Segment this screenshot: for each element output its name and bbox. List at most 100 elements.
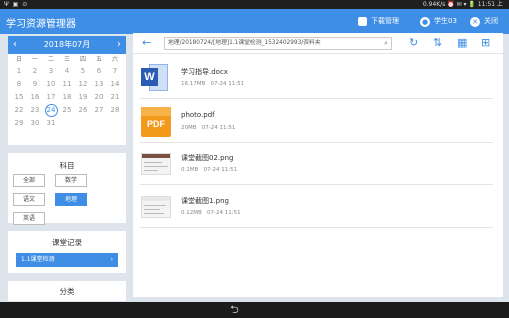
class-record-panel: 课堂记录 1.1课堂检测 ›: [8, 231, 126, 273]
class-record-item-label: 1.1课堂检测: [21, 256, 55, 263]
prev-month-icon[interactable]: ‹: [13, 36, 17, 54]
calendar-day[interactable]: 28: [107, 104, 123, 117]
user-icon: ●: [420, 16, 430, 27]
file-row[interactable]: PDF photo.pdf 20MB 07-24 11:51: [140, 103, 493, 143]
file-toolbar: ← 地理/20180724/[地理]1.1课堂检测_1532402993/资料夹…: [133, 33, 503, 54]
pdf-file-icon: PDF: [141, 107, 171, 137]
subject-panel: 科目 全部 数学 语文 地理 英语: [8, 153, 126, 225]
path-text: 地理/20180724/[地理]1.1课堂检测_1532402993/资料夹: [168, 40, 321, 46]
file-size: 0.1MB: [181, 167, 199, 173]
sort-icon[interactable]: ⇅: [433, 36, 442, 49]
user-label: 学生03: [434, 17, 457, 25]
status-bar: Ψ ▣ ⊙ 0.94K/s ⏰ ✉ ▾ 🔋 11:51 上: [0, 0, 509, 9]
calendar-day[interactable]: 19: [75, 91, 91, 104]
file-size: 0.12MB: [181, 210, 202, 216]
subject-chip[interactable]: 全部: [13, 174, 45, 187]
subject-title: 科目: [59, 161, 75, 170]
word-file-icon: W: [141, 63, 171, 93]
calendar-day[interactable]: 7: [107, 65, 123, 78]
weekday-label: 三: [63, 56, 70, 63]
close-button[interactable]: ✕ 关闭: [470, 15, 498, 28]
file-name: 课堂截图02.png: [181, 154, 234, 162]
file-name: 学习指导.docx: [181, 68, 228, 76]
class-record-title: 课堂记录: [52, 238, 82, 247]
image-thumbnail: [141, 153, 171, 175]
grid-view-icon[interactable]: ▦: [457, 36, 467, 49]
navigation-bar: ⮌: [0, 302, 509, 318]
file-meta: 16.17MB 07-24 11:51: [181, 81, 244, 87]
calendar-day[interactable]: 15: [11, 91, 27, 104]
download-manager-label: 下载管理: [371, 17, 399, 25]
calendar-panel: ‹ 2018年07月 › 日一二三四五六 1 2 3 4 5 6 7 8 9 10 11 12 13 14 1…: [8, 36, 126, 145]
calendar-day[interactable]: 8: [11, 78, 27, 91]
calendar-day[interactable]: 10: [43, 78, 59, 91]
calendar-day[interactable]: 31: [43, 117, 59, 130]
calendar-day[interactable]: 30: [27, 117, 43, 130]
calendar-day[interactable]: 2: [27, 65, 43, 78]
status-left-icons: Ψ ▣ ⊙: [4, 1, 29, 8]
file-meta: 0.12MB 07-24 11:51: [181, 210, 241, 216]
file-meta: 0.1MB 07-24 11:51: [181, 167, 237, 173]
refresh-icon[interactable]: ↻: [409, 36, 418, 49]
calendar-day[interactable]: 29: [11, 117, 27, 130]
file-date: 07-24 11:51: [207, 210, 241, 216]
subject-chip[interactable]: 地理: [55, 193, 87, 206]
weekday-label: 六: [111, 56, 118, 63]
calendar-day[interactable]: 14: [107, 78, 123, 91]
calendar-day[interactable]: 5: [75, 65, 91, 78]
file-size: 20MB: [181, 125, 197, 131]
weekday-label: 日: [15, 56, 22, 63]
image-thumbnail: [141, 196, 171, 218]
calendar-day[interactable]: 16: [27, 91, 43, 104]
calendar-day[interactable]: 18: [59, 91, 75, 104]
back-nav-icon[interactable]: ⮌: [230, 304, 239, 316]
close-icon: ✕: [470, 16, 480, 27]
file-row[interactable]: W 学习指导.docx 16.17MB 07-24 11:51: [140, 59, 493, 99]
subject-chip[interactable]: 数学: [55, 174, 87, 187]
weekday-label: 五: [95, 56, 102, 63]
next-month-icon[interactable]: ›: [117, 36, 121, 54]
file-name: photo.pdf: [181, 111, 215, 119]
calendar-day[interactable]: 11: [59, 78, 75, 91]
calendar-day[interactable]: 4: [59, 65, 75, 78]
user-button[interactable]: ● 学生03: [420, 15, 457, 28]
calendar-day[interactable]: 21: [107, 91, 123, 104]
calendar-month: 2018年07月: [43, 40, 91, 49]
path-field[interactable]: 地理/20180724/[地理]1.1课堂检测_1532402993/资料夹 ⌕: [164, 37, 392, 50]
weekday-label: 一: [31, 56, 38, 63]
file-row[interactable]: 课堂截图1.png 0.12MB 07-24 11:51: [140, 188, 493, 228]
calendar-day[interactable]: 9: [27, 78, 43, 91]
add-folder-icon[interactable]: ⊞: [481, 36, 490, 49]
download-manager-button[interactable]: 下载管理: [358, 15, 399, 28]
chevron-right-icon: ›: [110, 256, 113, 263]
search-icon[interactable]: ⌕: [384, 38, 388, 49]
weekday-label: 四: [79, 56, 86, 63]
subject-chip[interactable]: 语文: [13, 193, 45, 206]
calendar-day[interactable]: 1: [11, 65, 27, 78]
app-title: 学习资源管理器: [6, 19, 76, 30]
file-meta: 20MB 07-24 11:51: [181, 125, 235, 131]
calendar-day[interactable]: 26: [75, 104, 91, 117]
calendar-day[interactable]: 17: [43, 91, 59, 104]
calendar-grid: 日一二三四五六 1 2 3 4 5 6 7 8 9 10 11 12 13 14 15 16 17 18 19 20 21…: [8, 54, 126, 130]
file-size: 16.17MB: [181, 81, 206, 87]
status-right-info: 0.94K/s ⏰ ✉ ▾ 🔋 11:51 上: [422, 1, 503, 8]
calendar-day[interactable]: 25: [59, 104, 75, 117]
back-arrow-icon[interactable]: ←: [142, 36, 151, 49]
calendar-day[interactable]: 24: [44, 104, 58, 117]
file-row[interactable]: 课堂截图02.png 0.1MB 07-24 11:51: [140, 145, 493, 185]
class-record-item[interactable]: 1.1课堂检测 ›: [16, 253, 118, 267]
weekday-label: 二: [47, 56, 54, 63]
title-bar: 学习资源管理器 下载管理 ● 学生03 ✕ 关闭: [0, 9, 509, 34]
file-browser: ← 地理/20180724/[地理]1.1课堂检测_1532402993/资料夹…: [133, 33, 503, 297]
calendar-day[interactable]: 23: [27, 104, 43, 117]
subject-chips: 全部 数学 语文 地理 英语: [8, 174, 126, 225]
calendar-day[interactable]: 22: [11, 104, 27, 117]
subject-chip[interactable]: 英语: [13, 212, 45, 225]
calendar-day[interactable]: 13: [91, 78, 107, 91]
calendar-day[interactable]: 12: [75, 78, 91, 91]
calendar-day[interactable]: 20: [91, 91, 107, 104]
calendar-day[interactable]: 6: [91, 65, 107, 78]
calendar-day[interactable]: 27: [91, 104, 107, 117]
calendar-day[interactable]: 3: [43, 65, 59, 78]
